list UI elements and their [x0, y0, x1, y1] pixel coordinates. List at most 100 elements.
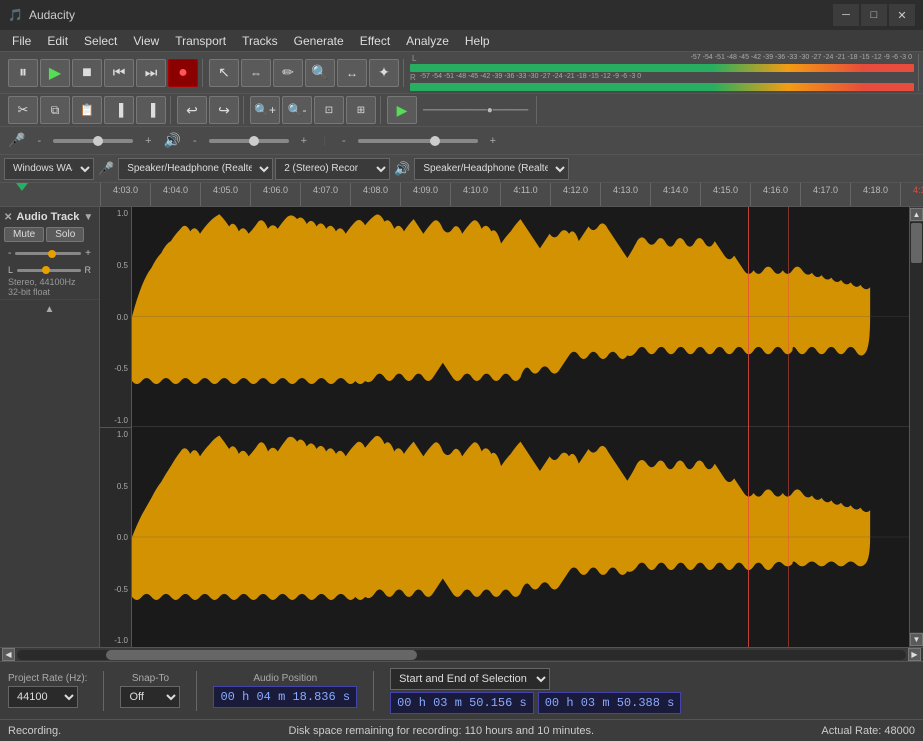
track-close-icon[interactable]: ✕ — [4, 212, 12, 223]
track-pan-slider[interactable] — [17, 269, 80, 272]
zoom-in-button[interactable]: 🔍+ — [250, 96, 280, 124]
multitool[interactable]: ✦ — [369, 59, 399, 87]
timeshift-tool[interactable]: ↔ — [337, 59, 367, 87]
zoom-tool[interactable]: 🔍 — [305, 59, 335, 87]
channels-select[interactable]: 2 (Stereo) Recor — [275, 158, 390, 180]
zoom-out-button[interactable]: 🔍- — [282, 96, 312, 124]
playhead-marker[interactable] — [16, 183, 28, 191]
vu-left-label: L — [412, 54, 416, 63]
scale-bottom: -1.0 — [100, 416, 131, 425]
app-icon: 🎵 — [8, 8, 23, 22]
input-device-select[interactable]: Speaker/Headphone (Realte — [118, 158, 273, 180]
paste-button[interactable]: 📋 — [72, 96, 102, 124]
waveform-svg-top — [132, 207, 909, 426]
menu-file[interactable]: File — [4, 32, 39, 50]
envelope-tool[interactable]: ⇔ — [241, 59, 271, 87]
waveform-top-channel — [132, 207, 909, 427]
selection-end-display[interactable]: 00 h 03 m 50.388 s — [538, 692, 682, 714]
ruler-mark: 4:12.0 — [550, 183, 600, 206]
selection-start-display[interactable]: 00 h 03 m 50.156 s — [390, 692, 534, 714]
skip-back-button[interactable]: ⏮ — [104, 59, 134, 87]
hscroll-thumb[interactable] — [106, 650, 417, 660]
gain-plus2: + — [490, 135, 496, 147]
solo-button[interactable]: Solo — [46, 227, 84, 242]
scale-lower-mid: -0.5 — [100, 364, 131, 373]
menu-select[interactable]: Select — [76, 32, 125, 50]
vertical-scrollbar[interactable]: ▲ ▼ — [909, 207, 923, 647]
pause-button[interactable]: ⏸ — [8, 59, 38, 87]
ruler-mark: 4:05.0 — [200, 183, 250, 206]
scale-top2: 1.0 — [100, 430, 131, 439]
stop-button[interactable]: ■ — [72, 59, 102, 87]
transport-toolbar: ⏸ ▶ ■ ⏮ ⏭ ● ↖ ⇔ ✏ 🔍 ↔ ✦ L -57 -54 -51 -4… — [0, 52, 923, 94]
zoom-fit-button[interactable]: ⊞ — [346, 96, 376, 124]
silence-button[interactable]: ▐ — [136, 96, 166, 124]
hscroll-track[interactable] — [17, 650, 906, 660]
audio-position-value: 00 h 04 m 18.836 s — [220, 690, 350, 704]
zoom-sel-button[interactable]: ⊡ — [314, 96, 344, 124]
menubar: File Edit Select View Transport Tracks G… — [0, 30, 923, 52]
ruler-marks: 4:03.0 4:04.0 4:05.0 4:06.0 4:07.0 4:08.… — [100, 183, 923, 206]
play-green[interactable]: ▶ — [387, 96, 417, 124]
draw-tool[interactable]: ✏ — [273, 59, 303, 87]
gain-minus-icon: - — [8, 248, 11, 259]
scroll-left-button[interactable]: ◀ — [2, 648, 15, 661]
snap-to-group: Snap-To Off — [120, 673, 180, 708]
menu-generate[interactable]: Generate — [286, 32, 352, 50]
selection-start-value: 00 h 03 m 50.156 s — [397, 696, 527, 710]
track-menu-icon[interactable]: ▼ — [83, 212, 93, 223]
horizontal-scrollbar[interactable]: ◀ ▶ — [0, 647, 923, 661]
scrollbar-track[interactable] — [910, 222, 923, 632]
selection-type-select[interactable]: Start and End of Selection — [390, 668, 550, 690]
menu-edit[interactable]: Edit — [39, 32, 76, 50]
playback-speed: ─────────●───── — [423, 105, 528, 116]
menu-help[interactable]: Help — [457, 32, 498, 50]
snap-to-select[interactable]: Off — [120, 686, 180, 708]
menu-analyze[interactable]: Analyze — [398, 32, 457, 50]
play-button[interactable]: ▶ — [40, 59, 70, 87]
trim-button[interactable]: ▐ — [104, 96, 134, 124]
output-gain-slider[interactable] — [209, 139, 289, 143]
audio-position-display[interactable]: 00 h 04 m 18.836 s — [213, 686, 357, 708]
gain-row: 🎤 - + 🔊 - + | - + — [0, 127, 923, 155]
minimize-button[interactable]: ─ — [833, 4, 859, 26]
ruler-mark: 4:11.0 — [500, 183, 550, 206]
menu-view[interactable]: View — [125, 32, 167, 50]
track-sample-rate: Stereo, 44100Hz — [8, 277, 91, 287]
playback-gain-slider[interactable] — [358, 139, 478, 143]
menu-effect[interactable]: Effect — [352, 32, 398, 50]
waveform-area[interactable]: 1.0 0.5 0.0 -0.5 -1.0 1.0 0.5 0.0 -0.5 -… — [100, 207, 909, 647]
gain-minus2: - — [342, 135, 346, 147]
host-select[interactable]: Windows WASA — [4, 158, 94, 180]
scroll-up-button[interactable]: ▲ — [910, 208, 923, 221]
menu-tracks[interactable]: Tracks — [234, 32, 286, 50]
scroll-down-button[interactable]: ▼ — [910, 633, 923, 646]
undo-button[interactable]: ↩ — [177, 96, 207, 124]
scrollbar-thumb[interactable] — [911, 223, 922, 263]
timeline-ruler[interactable]: 4:03.0 4:04.0 4:05.0 4:06.0 4:07.0 4:08.… — [0, 183, 923, 207]
track-collapse-btn[interactable]: ▲ — [0, 302, 99, 317]
bottom-toolbar: Project Rate (Hz): 44100 Snap-To Off Aud… — [0, 661, 923, 719]
project-rate-label: Project Rate (Hz): — [8, 673, 87, 684]
menu-transport[interactable]: Transport — [167, 32, 234, 50]
select-tool[interactable]: ↖ — [209, 59, 239, 87]
cut-button[interactable]: ✂ — [8, 96, 38, 124]
output-device-select[interactable]: Speaker/Headphone (Realte — [414, 158, 569, 180]
maximize-button[interactable]: □ — [861, 4, 887, 26]
skip-forward-button[interactable]: ⏭ — [136, 59, 166, 87]
mute-button[interactable]: Mute — [4, 227, 44, 242]
project-rate-select[interactable]: 44100 — [8, 686, 78, 708]
copy-button[interactable]: ⧉ — [40, 96, 70, 124]
redo-button[interactable]: ↪ — [209, 96, 239, 124]
gain-slider-row: - + — [4, 248, 95, 259]
record-button[interactable]: ● — [168, 59, 198, 87]
statusbar: Recording. Disk space remaining for reco… — [0, 719, 923, 741]
close-button[interactable]: ✕ — [889, 4, 915, 26]
ruler-mark: 4:19.0 — [900, 183, 923, 206]
vu-db-labels-right: -57 -54 -51 -48 -45 -42 -39 -36 -33 -30 … — [420, 73, 641, 82]
sep3 — [373, 671, 374, 711]
scroll-right-button[interactable]: ▶ — [908, 648, 921, 661]
selection-times: 00 h 03 m 50.156 s 00 h 03 m 50.388 s — [390, 692, 681, 714]
input-gain-slider[interactable] — [53, 139, 133, 143]
track-gain-slider[interactable] — [15, 252, 81, 255]
